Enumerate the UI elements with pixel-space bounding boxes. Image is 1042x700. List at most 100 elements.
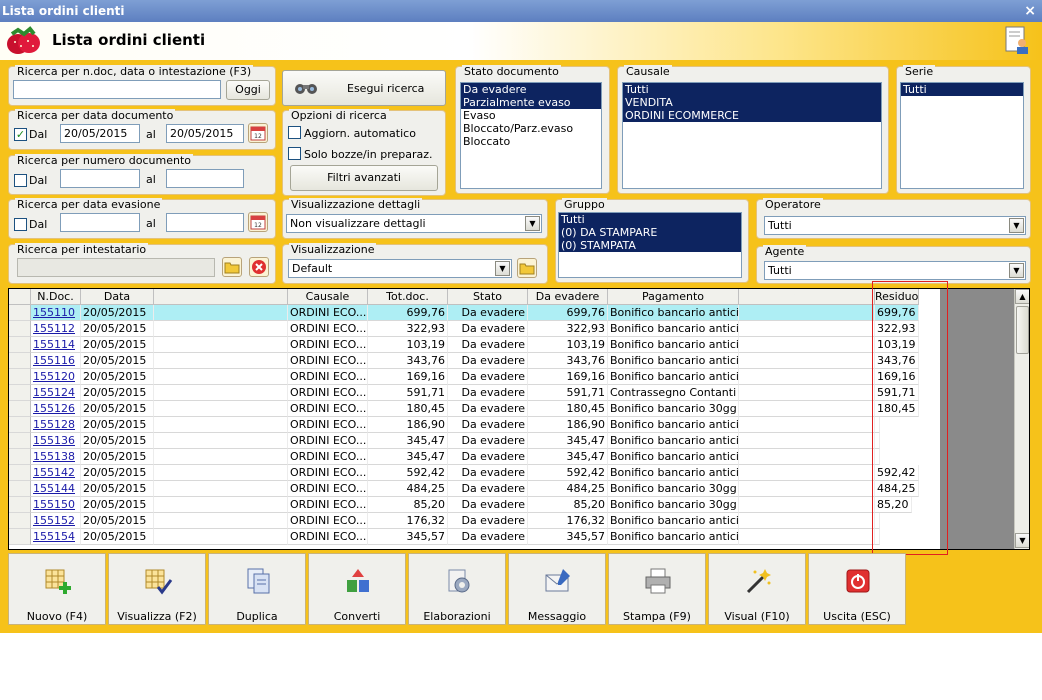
doc-number-link[interactable]: 155152 (31, 513, 81, 529)
row-indicator[interactable] (9, 337, 31, 353)
row-indicator[interactable] (9, 513, 31, 529)
stato-item[interactable]: Evaso (461, 109, 601, 122)
doc-number-link[interactable]: 155136 (31, 433, 81, 449)
doc-number-text[interactable]: 155126 (33, 402, 75, 415)
operatore-select[interactable]: Tutti ▼ (764, 216, 1026, 235)
doc-number-text[interactable]: 155154 (33, 530, 75, 543)
column-header[interactable]: Intestatario (154, 289, 288, 305)
row-indicator[interactable] (9, 321, 31, 337)
doc-number-link[interactable]: 155114 (31, 337, 81, 353)
doc-number-text[interactable]: 155142 (33, 466, 75, 479)
scroll-thumb[interactable] (1016, 306, 1029, 354)
search-ndoc-input[interactable] (13, 80, 221, 99)
column-header[interactable]: Pagamento (608, 289, 739, 305)
intestatario-input[interactable] (17, 258, 215, 277)
gruppo-item[interactable]: Tutti (559, 213, 741, 226)
agente-select[interactable]: Tutti ▼ (764, 261, 1026, 280)
table-row[interactable]: 155128 20/05/2015 ORDINI ECO... 186,90 Da ev… (9, 417, 940, 433)
status-list[interactable]: Da evadere Parzialmente evaso Evaso Bloccat… (460, 82, 602, 189)
view-select[interactable]: Default ▼ (288, 259, 512, 278)
causale-item[interactable]: Tutti (623, 83, 881, 96)
toolbar-button-printer[interactable]: Stampa (F9) (608, 553, 706, 625)
doc-number-text[interactable]: 155114 (33, 338, 75, 351)
row-indicator[interactable] (9, 481, 31, 497)
toolbar-button-exit[interactable]: Uscita (ESC) (808, 553, 906, 625)
scroll-up-icon[interactable]: ▲ (1015, 289, 1029, 304)
toolbar-button-magic-wand[interactable]: Visual (F10) (708, 553, 806, 625)
clear-icon[interactable] (249, 257, 269, 277)
doc-number-text[interactable]: 155136 (33, 434, 75, 447)
causale-item[interactable]: VENDITA (623, 96, 881, 109)
doc-number-link[interactable]: 155112 (31, 321, 81, 337)
toolbar-button-convert[interactable]: Converti (308, 553, 406, 625)
evasione-checkbox[interactable] (14, 218, 27, 231)
doc-number-text[interactable]: 155152 (33, 514, 75, 527)
doc-number-link[interactable]: 155120 (31, 369, 81, 385)
toolbar-button-new-document[interactable]: Nuovo (F4) (8, 553, 106, 625)
chevron-down-icon[interactable]: ▼ (1009, 263, 1024, 278)
doc-number-link[interactable]: 155128 (31, 417, 81, 433)
stato-item[interactable]: Da evadere (461, 83, 601, 96)
doc-number-link[interactable]: 155142 (31, 465, 81, 481)
doc-number-link[interactable]: 155150 (31, 497, 81, 513)
table-row[interactable]: 155150 20/05/2015 ORDINI ECO... 85,20 Da eva… (9, 497, 940, 513)
row-indicator[interactable] (9, 353, 31, 369)
doc-number-link[interactable]: 155154 (31, 529, 81, 545)
toolbar-button-duplicate[interactable]: Duplica (208, 553, 306, 625)
doc-number-link[interactable]: 155116 (31, 353, 81, 369)
table-row[interactable]: 155136 20/05/2015 ORDINI ECO... 345,47 Da ev… (9, 433, 940, 449)
table-row[interactable]: 155144 20/05/2015 ORDINI ECO... 484,25 Da ev… (9, 481, 940, 497)
evasione-to-input[interactable] (166, 213, 244, 232)
table-row[interactable]: 155126 20/05/2015 ORDINI ECO... 180,45 Da ev… (9, 401, 940, 417)
table-row[interactable]: 155116 20/05/2015 ORDINI ECO... 343,76 Da ev… (9, 353, 940, 369)
row-indicator[interactable] (9, 497, 31, 513)
help-user-icon[interactable] (1004, 25, 1030, 55)
column-header[interactable]: Causale (288, 289, 368, 305)
toolbar-button-process-gear[interactable]: Elaborazioni (408, 553, 506, 625)
search-button[interactable]: Esegui ricerca (282, 70, 446, 106)
doc-number-link[interactable]: 155110 (31, 305, 81, 321)
chevron-down-icon[interactable]: ▼ (525, 216, 540, 231)
detail-view-select[interactable]: Non visualizzare dettagli ▼ (286, 214, 542, 233)
row-indicator[interactable] (9, 369, 31, 385)
row-indicator[interactable] (9, 465, 31, 481)
column-header[interactable]: Stato (448, 289, 528, 305)
doc-number-link[interactable]: 155144 (31, 481, 81, 497)
doc-number-text[interactable]: 155144 (33, 482, 75, 495)
folder-icon[interactable] (517, 258, 537, 278)
calendar-icon[interactable]: 12 (248, 212, 268, 232)
column-header[interactable]: Da evadere (528, 289, 608, 305)
row-indicator[interactable] (9, 305, 31, 321)
doc-number-text[interactable]: 155110 (33, 306, 75, 319)
doc-number-text[interactable]: 155112 (33, 322, 75, 335)
number-to-input[interactable] (166, 169, 244, 188)
causale-item[interactable]: ORDINI ECOMMERCE (623, 109, 881, 122)
vertical-scrollbar[interactable]: ▲ ▼ (1014, 289, 1029, 549)
serie-item[interactable]: Tutti (901, 83, 1023, 96)
table-row[interactable]: 155114 20/05/2015 ORDINI ECO... 103,19 Da ev… (9, 337, 940, 353)
doc-number-text[interactable]: 155120 (33, 370, 75, 383)
calendar-icon[interactable]: 12 (248, 123, 268, 143)
number-from-input[interactable] (60, 169, 140, 188)
column-header[interactable]: N.Doc. (31, 289, 81, 305)
auto-refresh-checkbox[interactable] (288, 126, 301, 139)
title-bar[interactable]: Lista ordini clienti × (0, 0, 1042, 22)
doc-number-link[interactable]: 155124 (31, 385, 81, 401)
date-checkbox[interactable]: ✓ (14, 128, 27, 141)
date-from-input[interactable]: 20/05/2015 (60, 124, 140, 143)
table-row[interactable]: 155112 20/05/2015 ORDINI ECO... 322,93 Da ev… (9, 321, 940, 337)
drafts-only-checkbox[interactable] (288, 147, 301, 160)
stato-item[interactable]: Bloccato (461, 135, 601, 148)
row-indicator[interactable] (9, 449, 31, 465)
row-indicator[interactable] (9, 529, 31, 545)
doc-number-link[interactable]: 155126 (31, 401, 81, 417)
advanced-filters-button[interactable]: Filtri avanzati (290, 165, 438, 191)
date-to-input[interactable]: 20/05/2015 (166, 124, 244, 143)
scroll-down-icon[interactable]: ▼ (1015, 533, 1029, 548)
table-row[interactable]: 155138 20/05/2015 ORDINI ECO... 345,47 Da ev… (9, 449, 940, 465)
row-indicator[interactable] (9, 433, 31, 449)
evasione-from-input[interactable] (60, 213, 140, 232)
row-indicator[interactable] (9, 401, 31, 417)
doc-number-link[interactable]: 155138 (31, 449, 81, 465)
table-row[interactable]: 155120 20/05/2015 ORDINI ECO... 169,16 Da ev… (9, 369, 940, 385)
